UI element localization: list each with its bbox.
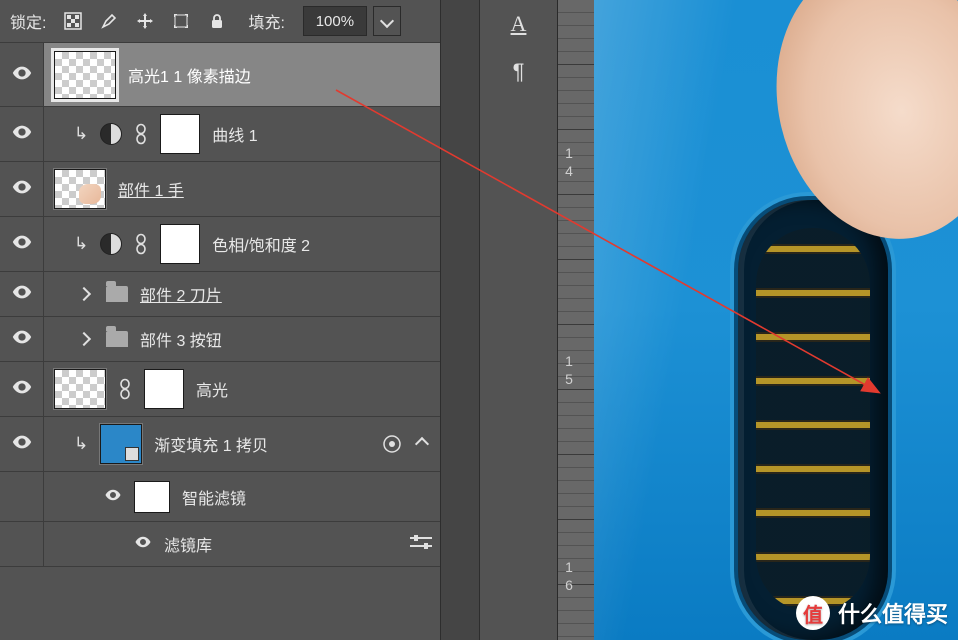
pilcrow-tool-icon[interactable]: ¶ (480, 48, 557, 96)
folder-icon (106, 286, 128, 302)
layer-thumbnail[interactable] (54, 369, 106, 409)
visibility-eye-icon[interactable] (11, 176, 33, 202)
layer-name[interactable]: 部件 2 刀片 (140, 282, 222, 306)
fill-dropdown[interactable] (373, 6, 401, 36)
type-tool-icon[interactable]: A (480, 0, 557, 48)
mask-link-icon[interactable] (134, 233, 148, 255)
lock-label: 锁定: (10, 9, 46, 33)
layer-name[interactable]: 部件 1 手 (118, 177, 184, 201)
layer-row-gradientfill[interactable]: ↳ 渐变填充 1 拷贝 (0, 417, 440, 472)
ruler-tick-label: 14 (562, 144, 576, 180)
mask-thumbnail[interactable] (160, 114, 200, 154)
lock-move-icon[interactable] (136, 12, 154, 30)
canvas[interactable] (594, 0, 958, 640)
layer-name[interactable]: 曲线 1 (212, 122, 257, 146)
canvas-image-highlight (594, 0, 958, 640)
visibility-eye-icon[interactable] (104, 486, 122, 508)
layer-name[interactable]: 高光 (196, 377, 228, 401)
layers-panel: 锁定: 填充: 100% 高光1 1 像素描边 (0, 0, 440, 640)
layer-name[interactable]: 部件 3 按钮 (140, 327, 222, 351)
collapse-chevron-icon[interactable] (412, 434, 432, 454)
layer-name[interactable]: 智能滤镜 (182, 485, 246, 509)
layer-thumbnail[interactable] (100, 424, 142, 464)
mask-thumbnail[interactable] (144, 369, 184, 409)
ruler-tick-label: 16 (562, 558, 576, 594)
visibility-eye-icon[interactable] (11, 431, 33, 457)
adjustment-icon (100, 233, 122, 255)
visibility-eye-icon[interactable] (134, 533, 152, 555)
visibility-eye-icon[interactable] (11, 326, 33, 352)
lock-bar: 锁定: 填充: 100% (0, 0, 440, 42)
layer-row-hue-sat[interactable]: ↳ 色相/饱和度 2 (0, 217, 440, 272)
layer-name[interactable]: 色相/饱和度 2 (212, 232, 310, 256)
tool-strip: A ¶ (480, 0, 558, 640)
mask-link-icon[interactable] (118, 378, 132, 400)
expand-chevron-icon[interactable] (74, 284, 94, 304)
visibility-eye-icon[interactable] (11, 231, 33, 257)
lock-all-icon[interactable] (208, 12, 226, 30)
layers-list: 高光1 1 像素描边 ↳ 曲线 1 部件 1 手 ↳ (0, 42, 440, 567)
layer-name[interactable]: 高光1 1 像素描边 (128, 63, 251, 87)
chevron-down-icon (380, 14, 394, 28)
mask-thumbnail[interactable] (160, 224, 200, 264)
fill-input[interactable]: 100% (303, 6, 367, 36)
layer-name[interactable]: 滤镜库 (164, 532, 212, 556)
folder-icon (106, 331, 128, 347)
layer-row-curves1[interactable]: ↳ 曲线 1 (0, 107, 440, 162)
layer-row-smartfilters[interactable]: 智能滤镜 (0, 472, 440, 522)
mask-thumbnail[interactable] (134, 481, 170, 513)
filter-blend-options-icon[interactable] (410, 535, 432, 553)
visibility-eye-icon[interactable] (11, 376, 33, 402)
expand-chevron-icon[interactable] (74, 329, 94, 349)
layer-row-highlight[interactable]: 高光 (0, 362, 440, 417)
layer-name[interactable]: 渐变填充 1 拷贝 (154, 432, 268, 456)
watermark-badge: 值 (796, 596, 830, 630)
adjustment-icon (100, 123, 122, 145)
ruler-tick-label: 15 (562, 352, 576, 388)
clip-arrow-icon: ↳ (74, 124, 88, 144)
lock-brush-icon[interactable] (100, 12, 118, 30)
clip-arrow-icon: ↳ (74, 434, 88, 454)
layer-row-highlight1[interactable]: 高光1 1 像素描边 (0, 43, 440, 107)
layer-row-hand[interactable]: 部件 1 手 (0, 162, 440, 217)
visibility-eye-icon[interactable] (11, 281, 33, 307)
layer-row-part3-folder[interactable]: 部件 3 按钮 (0, 317, 440, 362)
watermark-text: 什么值得买 (838, 597, 948, 629)
layer-row-part2-folder[interactable]: 部件 2 刀片 (0, 272, 440, 317)
lock-artboard-icon[interactable] (172, 12, 190, 30)
clip-arrow-icon: ↳ (74, 234, 88, 254)
visibility-eye-icon[interactable] (11, 121, 33, 147)
layer-thumbnail[interactable] (54, 169, 106, 209)
fill-label: 填充: (248, 9, 284, 33)
lock-transparency-icon[interactable] (64, 12, 82, 30)
layer-thumbnail[interactable] (54, 51, 116, 99)
vertical-ruler[interactable]: 14 15 16 (558, 0, 594, 640)
panel-divider[interactable] (440, 0, 480, 640)
visibility-eye-icon[interactable] (11, 62, 33, 88)
mask-link-icon[interactable] (134, 123, 148, 145)
smart-filter-badge-icon[interactable] (382, 434, 402, 454)
layer-row-filtergallery[interactable]: 滤镜库 (0, 522, 440, 567)
watermark: 值 什么值得买 (796, 596, 948, 630)
